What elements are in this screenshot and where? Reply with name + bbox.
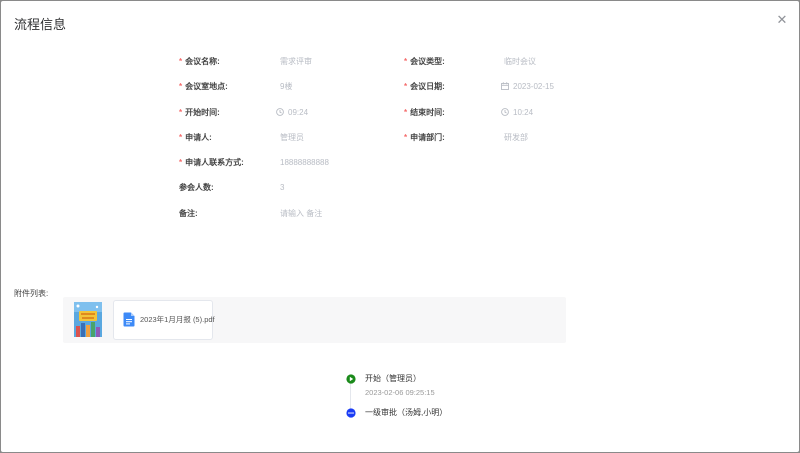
attachment-file-name: 2023年1月月报 (5).pdf	[140, 315, 215, 324]
end-time-label: * 结束时间:	[404, 108, 445, 117]
form-row-meeting-date: * 会议日期: 2023-02-15	[404, 79, 604, 95]
meeting-name-label: * 会议名称:	[179, 57, 220, 66]
attachments-list: 2023年1月月报 (5).pdf	[63, 297, 566, 343]
attachment-thumbnail[interactable]	[74, 302, 102, 337]
timeline-step-title: 开始（管理员）	[365, 374, 421, 383]
applicant-value[interactable]: 管理员	[280, 130, 304, 146]
attendees-label: 参会人数:	[179, 183, 214, 192]
form-row-meeting-room: * 会议室地点: 9楼	[179, 79, 389, 95]
remark-input[interactable]: 请输入 备注	[280, 206, 322, 222]
meeting-name-value[interactable]: 需求评审	[280, 54, 312, 70]
meeting-date-label: * 会议日期:	[404, 82, 445, 91]
dialog-title: 流程信息	[14, 17, 67, 32]
attachments-label: 附件列表:	[14, 289, 49, 298]
attachment-file-card[interactable]: 2023年1月月报 (5).pdf	[113, 300, 215, 340]
contact-label: * 申请人联系方式:	[179, 158, 244, 167]
meeting-type-label: * 会议类型:	[404, 57, 445, 66]
form-row-meeting-name: * 会议名称: 需求评审	[179, 54, 389, 70]
calendar-icon	[501, 82, 509, 90]
start-time-value: 09:24	[288, 108, 309, 117]
close-icon[interactable]: ✕	[775, 13, 789, 27]
meeting-room-label: * 会议室地点:	[179, 82, 228, 91]
image-thumbnail-icon	[74, 302, 102, 337]
applicant-label: * 申请人:	[179, 133, 212, 142]
timeline-pending-icon	[346, 408, 356, 418]
timeline-start-icon	[346, 374, 356, 384]
clock-icon	[276, 108, 284, 116]
form-row-remark: 备注: 请输入 备注	[179, 206, 389, 222]
meeting-type-value[interactable]: 临时会议	[504, 54, 536, 70]
form-row-meeting-type: * 会议类型: 临时会议	[404, 54, 604, 70]
form-row-attendees: 参会人数: 3	[179, 180, 389, 196]
contact-value[interactable]: 18888888888	[280, 155, 329, 171]
form-row-contact: * 申请人联系方式: 18888888888	[179, 155, 389, 171]
remark-label: 备注:	[179, 209, 198, 218]
form-row-department: * 申请部门: 研发部	[404, 130, 604, 146]
end-time-value: 10:24	[513, 108, 534, 117]
meeting-date-value: 2023-02-15	[513, 82, 554, 91]
start-time-field[interactable]: 09:24	[276, 105, 308, 121]
form-row-applicant: * 申请人: 管理员	[179, 130, 389, 146]
department-label: * 申请部门:	[404, 133, 445, 142]
timeline-step-title: 一级审批（汤姆,小明）	[365, 408, 448, 417]
process-info-dialog: 流程信息 ✕ * 会议名称: 需求评审 * 会议类型: 临时会议 * 会议室地点: 9…	[1, 1, 799, 452]
timeline-step-time: 2023-02-06 09:25:15	[365, 388, 435, 397]
form-row-start-time: * 开始时间: 09:24	[179, 105, 389, 121]
meeting-date-field[interactable]: 2023-02-15	[501, 79, 554, 95]
department-value[interactable]: 研发部	[504, 130, 528, 146]
form-row-end-time: * 结束时间: 10:24	[404, 105, 604, 121]
timeline-connector	[350, 383, 351, 409]
start-time-label: * 开始时间:	[179, 108, 220, 117]
pdf-file-icon	[123, 312, 135, 327]
end-time-field[interactable]: 10:24	[501, 105, 533, 121]
clock-icon	[501, 108, 509, 116]
attendees-value[interactable]: 3	[280, 180, 284, 196]
meeting-room-value[interactable]: 9楼	[280, 79, 292, 95]
